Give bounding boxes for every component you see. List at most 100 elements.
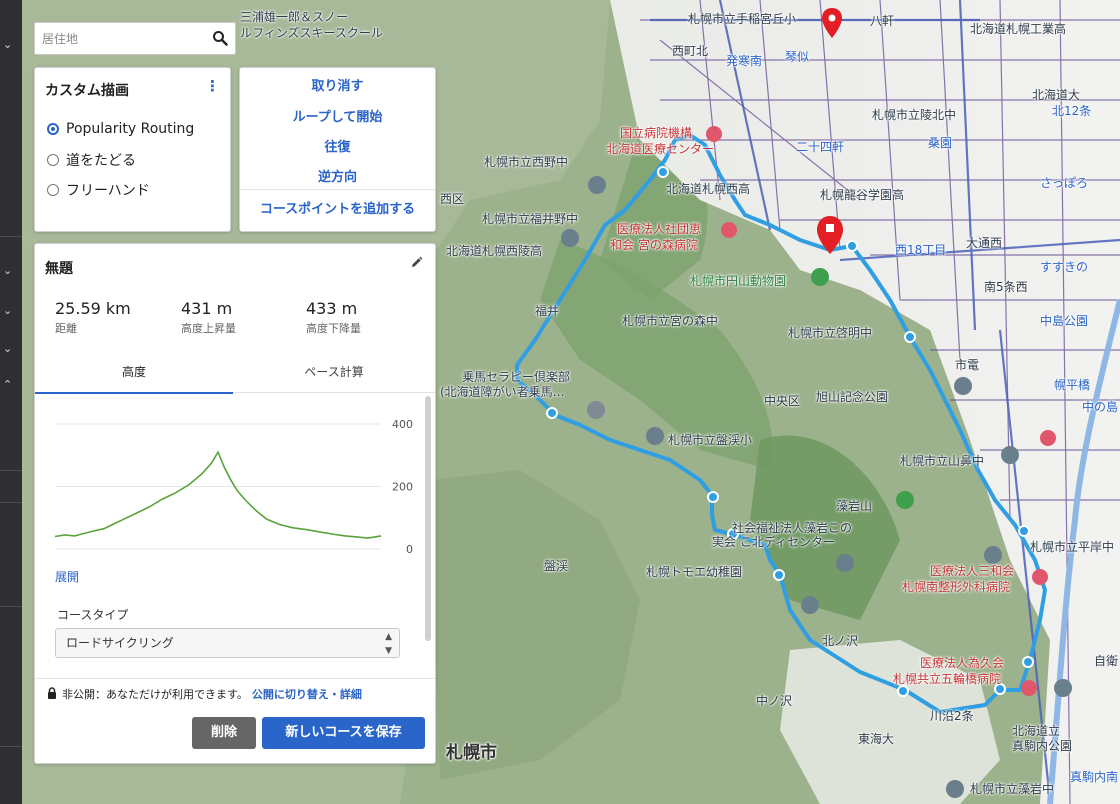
map-label: 西区 [440,192,465,206]
loop-start-button[interactable]: ループして開始 [240,106,435,125]
route-name: 無題 [45,261,73,277]
custom-draw-panel: カスタム描画 ⋮ Popularity Routing 道をたどる フリーハンド [34,67,231,232]
round-trip-button[interactable]: 往復 [240,136,435,155]
map-label: 藻岩山 [836,499,873,513]
course-type-label: コースタイプ [57,608,129,622]
map-label: 川沿2条 [930,709,974,723]
map-label: 西18丁目 [895,243,947,257]
chevron-up-icon[interactable]: ⌃ [3,378,12,391]
chevron-down-icon[interactable]: ⌄ [3,342,12,355]
save-course-button[interactable]: 新しいコースを保存 [262,717,425,749]
search-input[interactable] [35,23,207,54]
chevron-down-icon[interactable]: ⌄ [3,304,12,317]
map-label: 旭山記念公園 [816,390,889,404]
map-label: 札幌市 [446,743,497,763]
y-tick-label: 0 [406,543,413,556]
chevron-down-icon[interactable]: ⌄ [3,38,12,51]
scrollbar[interactable] [425,396,431,641]
radio-icon[interactable] [47,184,59,196]
y-tick-label: 200 [392,481,413,494]
divider [35,678,435,679]
map-label: 札幌市立啓明中 [788,326,873,340]
map-label: 中央区 [764,394,801,408]
divider [0,470,22,471]
map-label: 札幌市立藻岩中 [970,782,1055,796]
map-label: 琴似 [785,50,810,64]
more-options-icon[interactable]: ⋮ [205,77,220,95]
divider [0,502,22,503]
add-course-point-button[interactable]: コースポイントを追加する [240,198,435,217]
map-label: 自衛 [1094,654,1119,668]
stat-value: 431 m [181,299,233,318]
map-label: (北海道障がい者乗馬… [440,385,565,399]
stat-elevation-loss: 433 m 高度下降量 [306,299,361,336]
stat-value: 433 m [306,299,358,318]
map-label: 大通西 [966,236,1003,250]
map-label: 医療法人三和会 [930,564,1015,578]
map-label: 市電 [955,358,980,372]
map-label: 真駒内南 [1070,770,1119,784]
map-label: 二十四軒 [796,140,845,154]
draw-mode-popularity[interactable]: Popularity Routing [47,121,194,137]
chevron-down-icon[interactable]: ⌄ [3,264,12,277]
undo-button[interactable]: 取り消す [240,75,435,94]
draw-mode-freehand[interactable]: フリーハンド [47,180,150,200]
route-details-panel: 無題 25.59 km 距離 431 m 高度上昇量 433 m 高度下降量 高… [34,243,436,764]
edit-pencil-icon[interactable] [410,256,423,273]
draw-mode-label: Popularity Routing [66,121,195,137]
divider [0,746,22,747]
map-label: 札幌市立西野中 [484,155,569,169]
scrollbar-thumb[interactable] [425,396,431,641]
divider [240,189,435,190]
map-label: 福井 [535,304,560,318]
elevation-chart: 400 200 0 [51,404,423,560]
search-box [34,22,236,55]
course-type-select[interactable]: ロードサイクリング ▲ ▼ [55,628,400,658]
map-label: 札幌南整形外科病院 [902,580,1011,594]
map-label: すすきの [1040,260,1089,274]
draw-mode-label: フリーハンド [66,183,150,199]
map-label: 三浦雄一郎＆スノー [240,10,349,24]
map-label: 北海道札幌西陵高 [446,244,543,258]
reverse-button[interactable]: 逆方向 [240,166,435,185]
map-label: 医療法人社団恵 [617,222,702,236]
map-label: 医療法人為久会 [920,656,1005,670]
draw-mode-follow-road[interactable]: 道をたどる [47,150,136,170]
draw-mode-label: 道をたどる [66,153,136,169]
map-label: 南5条西 [984,280,1028,294]
map-label: 和会 宮の森病院 [610,238,698,252]
map-label: 実会 こ北ディセンター [712,535,835,549]
map-label: 八軒 [870,14,895,28]
select-arrows-icon: ▲ ▼ [385,632,392,656]
map-label: 札幌共立五輪橋病院 [893,672,1002,686]
detail-tabs: 高度 ペース計算 [35,356,435,394]
map-label: 札幌市立山鼻中 [900,454,985,468]
stat-label: 高度下降量 [306,322,361,335]
expand-link[interactable]: 展開 [55,568,79,585]
map-label: 札幌市立宮の森中 [622,314,719,328]
map-label: 東海大 [858,732,895,746]
tab-pace[interactable]: ペース計算 [235,356,433,392]
map-label: 札幌市立福井野中 [482,212,579,226]
map-label: 北海道札幌工業高 [970,22,1067,36]
map-label: ルフィンズスキースクール [240,26,383,40]
radio-icon[interactable] [47,154,59,166]
map-label: 北ノ沢 [822,634,859,648]
radio-selected-icon[interactable] [47,123,59,135]
map-label: 札幌市立陵北中 [872,108,957,122]
tab-elevation[interactable]: 高度 [35,356,233,394]
delete-button[interactable]: 削除 [192,717,256,749]
stat-label: 距離 [55,322,77,335]
stat-distance: 25.59 km 距離 [55,299,131,336]
map-label: 桑園 [928,136,953,150]
privacy-info: 非公開：あなただけが利用できます。 公開に切り替え・詳細 [47,686,362,702]
divider [0,236,22,237]
search-icon[interactable] [212,30,228,50]
y-tick-label: 400 [392,418,413,431]
map-label: 北海道大 [1032,88,1081,102]
map-label: 札幌トモエ幼稚園 [646,565,743,579]
map-label: 札幌市立盤渓小 [668,433,753,447]
map-label: 真駒内公園 [1012,739,1073,753]
privacy-toggle-link[interactable]: 公開に切り替え・詳細 [252,686,362,702]
map-label: 北海道札幌西高 [666,182,751,196]
